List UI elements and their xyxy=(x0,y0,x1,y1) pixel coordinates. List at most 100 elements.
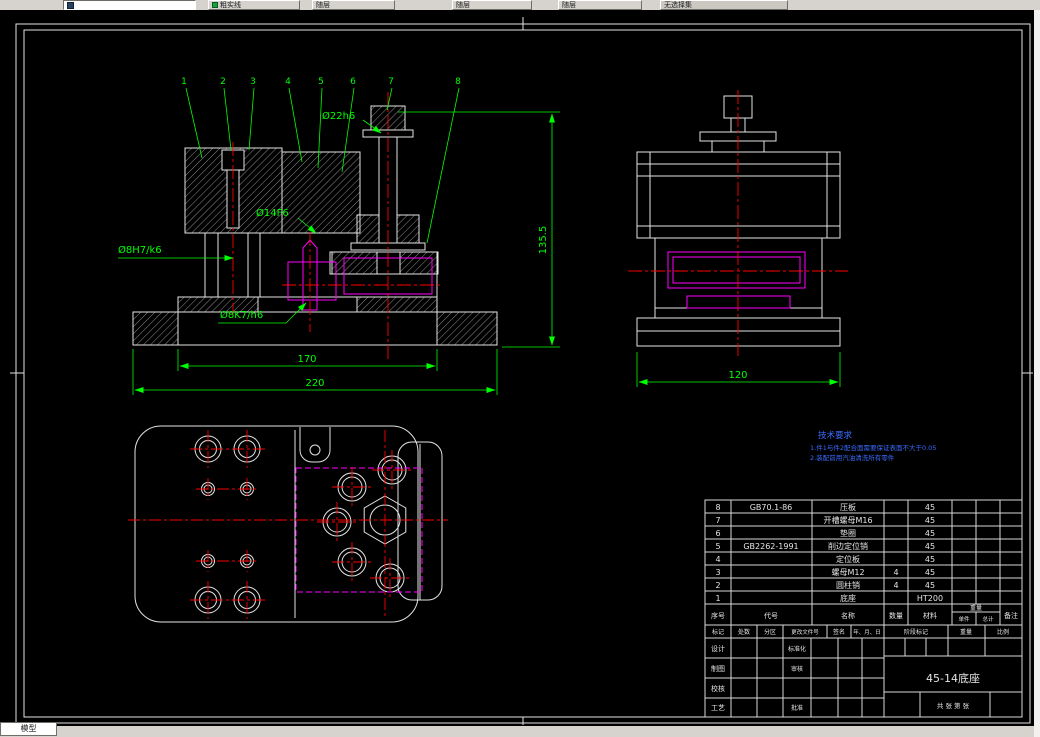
app-icon xyxy=(67,1,74,9)
plan-view xyxy=(128,425,448,623)
bom-row-material: 45 xyxy=(925,503,935,512)
bom-header-code: 代号 xyxy=(764,611,778,620)
notes-title: 技术要求 xyxy=(818,430,853,441)
tb-signature: 签名 xyxy=(833,628,845,636)
top-toolbar: 粗实线 随层 随层 随层 无选择集 xyxy=(0,0,1040,10)
bom-header-total: 总计 xyxy=(982,615,994,623)
dim-label-135-5: 135.5 xyxy=(538,226,549,255)
bom-row-name: 开槽螺母M16 xyxy=(823,515,872,525)
tb-process: 工艺 xyxy=(711,704,725,712)
model-tab[interactable]: 模型 xyxy=(0,722,57,736)
drawing-svg: 1 2 3 4 5 6 7 8 Ø22h6 Ø14F6 Ø8H7/k6 Ø8K7… xyxy=(10,17,1033,725)
dim-label-d14: Ø14F6 xyxy=(256,207,289,219)
dim-label-d8k7: Ø8K7/h6 xyxy=(220,309,263,321)
tb-weight-label: 重量 xyxy=(960,628,972,636)
bom-row-name: 圆柱销 xyxy=(836,580,860,590)
part-number-7: 7 xyxy=(388,77,394,87)
tb-sheets: 共 张 第 张 xyxy=(937,701,970,710)
tb-change-doc: 更改文件号 xyxy=(791,628,819,636)
layer-combo-value: 粗实线 xyxy=(220,1,241,9)
linetype-combo[interactable]: 随层 xyxy=(452,0,532,10)
dim-label-d8h7: Ø8H7/k6 xyxy=(118,244,162,256)
bom-header-material: 材料 xyxy=(923,611,937,620)
bom-row-name: 垫圈 xyxy=(840,528,856,538)
bom-header-qty: 数量 xyxy=(889,611,903,620)
side-view: 120 xyxy=(628,90,848,387)
tb-zone: 分区 xyxy=(764,628,776,636)
bom-header-name: 名称 xyxy=(841,611,855,620)
bom-row-name: 定位板 xyxy=(836,554,860,564)
bom-row-material: 45 xyxy=(925,529,935,538)
bom-row-no: 8 xyxy=(715,503,720,512)
tb-approve: 批准 xyxy=(791,704,803,712)
bom-row-no: 6 xyxy=(715,529,720,538)
drawing-canvas[interactable]: 1 2 3 4 5 6 7 8 Ø22h6 Ø14F6 Ø8H7/k6 Ø8K7… xyxy=(0,10,1034,726)
bom-row-material: 45 xyxy=(925,581,935,590)
bom-header-weight: 重量 xyxy=(970,604,982,612)
bom-row-code: GB70.1-86 xyxy=(750,503,793,512)
bom-row-name: 底座 xyxy=(840,593,856,603)
bom-row-no: 7 xyxy=(715,516,720,525)
part-number-3: 3 xyxy=(250,77,256,87)
notes-line-1: 1.件1与件2配合面需要保证表面不大于0.05 xyxy=(810,443,936,452)
window-right-edge xyxy=(1034,10,1040,737)
tb-scale-label: 比例 xyxy=(997,628,1009,636)
bom-row-name: 削边定位销 xyxy=(828,541,868,551)
bom-header-unit: 单件 xyxy=(958,615,970,623)
sheet-border xyxy=(10,17,1033,725)
layer-combo[interactable]: 粗实线 xyxy=(208,0,300,10)
bom-row-no: 1 xyxy=(715,594,720,603)
selection-combo-value: 无选择集 xyxy=(664,1,692,9)
part-number-4: 4 xyxy=(285,77,291,87)
tb-stage-label: 阶段标记 xyxy=(904,628,928,636)
bom-header-no: 序号 xyxy=(711,611,725,620)
tb-design: 设计 xyxy=(711,644,725,653)
tb-check: 校核 xyxy=(711,684,725,693)
part-number-5: 5 xyxy=(318,77,324,87)
tb-audit: 审核 xyxy=(791,665,803,673)
layer-color-swatch xyxy=(212,2,218,8)
dim-label-d22: Ø22h6 xyxy=(322,110,355,122)
bom-row-qty: 4 xyxy=(893,568,898,577)
bom-table: 序号 代号 名称 数量 材料 重量 单件 总计 备注 8 GB70.1-86 压… xyxy=(704,499,1023,626)
part-number-1: 1 xyxy=(181,77,187,87)
part-number-8: 8 xyxy=(455,77,461,87)
part-number-6: 6 xyxy=(350,77,356,87)
color-combo-value: 随层 xyxy=(316,1,330,9)
tb-date: 年、月、日 xyxy=(853,628,881,636)
bom-row-code: GB2262-1991 xyxy=(743,542,798,551)
technical-notes: 技术要求 1.件1与件2配合面需要保证表面不大于0.05 2.装配前用汽油清洗所… xyxy=(810,430,936,462)
bom-row-material: 45 xyxy=(925,568,935,577)
title-block: 标记 处数 分区 更改文件号 签名 年、月、日 设计 制图 校核 工艺 标准化 … xyxy=(704,624,1023,718)
tb-count: 处数 xyxy=(738,628,750,636)
bom-row-material: 45 xyxy=(925,542,935,551)
bom-header-remark: 备注 xyxy=(1004,611,1018,620)
bom-row-no: 4 xyxy=(715,555,720,564)
bom-row-no: 5 xyxy=(715,542,720,551)
status-strip xyxy=(0,726,1040,737)
bom-row-material: 45 xyxy=(925,516,935,525)
tb-draft: 制图 xyxy=(711,664,725,673)
bom-row-name: 螺母M12 xyxy=(831,567,864,577)
cad-window: 粗实线 随层 随层 随层 无选择集 1 2 3 4 5 6 7 8 Ø22h6 … xyxy=(0,0,1040,737)
lineweight-combo-value: 随层 xyxy=(562,1,576,9)
bom-row-no: 3 xyxy=(715,568,720,577)
tb-standardize: 标准化 xyxy=(788,645,806,653)
dim-label-170: 170 xyxy=(297,354,316,365)
notes-line-2: 2.装配前用汽油清洗所有零件 xyxy=(810,453,895,462)
bom-row-qty: 4 xyxy=(893,581,898,590)
bom-row-material: 45 xyxy=(925,555,935,564)
dim-label-120: 120 xyxy=(728,370,747,381)
lineweight-combo[interactable]: 随层 xyxy=(558,0,642,10)
model-tab-label: 模型 xyxy=(20,724,37,733)
bom-row-material: HT200 xyxy=(917,594,943,603)
bom-row-no: 2 xyxy=(715,581,720,590)
selection-combo[interactable]: 无选择集 xyxy=(660,0,788,10)
bom-row-name: 压板 xyxy=(840,502,856,512)
color-combo[interactable]: 随层 xyxy=(312,0,395,10)
tb-drawing-number: 45-14底座 xyxy=(926,671,980,685)
front-view: 1 2 3 4 5 6 7 8 Ø22h6 Ø14F6 Ø8H7/k6 Ø8K7… xyxy=(118,77,560,395)
tb-mark: 标记 xyxy=(712,628,724,636)
command-combo[interactable] xyxy=(63,0,196,10)
dim-label-220: 220 xyxy=(305,378,324,389)
